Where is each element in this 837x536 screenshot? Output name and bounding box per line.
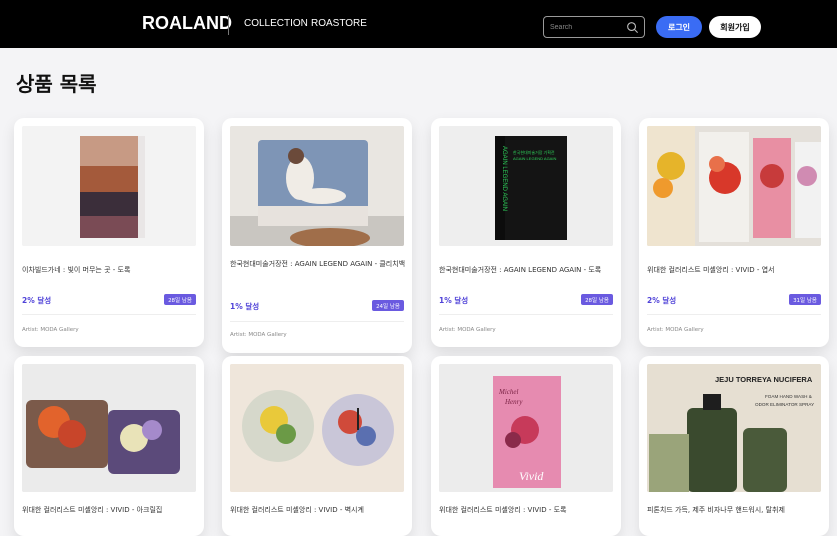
search-box[interactable] [543, 16, 645, 38]
book-cover-vivid: Vivid [519, 469, 544, 483]
signup-button[interactable]: 회원가입 [709, 16, 761, 38]
product-card[interactable]: AGAIN LEGEND AGAIN 한국현대미술거장 기획전 AGAIN LE… [431, 118, 621, 347]
top-nav-bar: ROALAND COLLECTION ROASTORE 로그인 회원가입 [0, 0, 837, 48]
days-left-badge: 28일 남음 [581, 294, 613, 305]
nav-divider [228, 15, 229, 35]
product-card[interactable]: 위대한 컬러리스트 미셸앙리 : VIVID - 엽서 2% 달성 31일 남음… [639, 118, 829, 347]
nav-collection[interactable]: COLLECTION [244, 18, 308, 29]
artist-label: Artist: MODA Gallery [22, 327, 79, 333]
card-divider [439, 314, 613, 315]
days-left-badge: 28일 남음 [164, 294, 196, 305]
product-image[interactable] [230, 364, 404, 492]
product-image[interactable]: AGAIN LEGEND AGAIN 한국현대미술거장 기획전 AGAIN LE… [439, 126, 613, 246]
page-title: 상품 목록 [16, 72, 97, 96]
product-title[interactable]: 이차빌드가네 : 빛이 머무는 곳 - 도록 [22, 264, 198, 277]
product-title[interactable]: 위대한 컬러리스트 미셸앙리 : VIVID - 아크릴집 [22, 504, 198, 517]
book-cover-title: 한국현대미술거장 기획전 [513, 149, 555, 155]
product-title[interactable]: 한국현대미술거장전 : AGAIN LEGEND AGAIN - 클리치백 [230, 258, 406, 271]
book-cover-subtitle: AGAIN LEGEND AGAIN [513, 156, 556, 161]
search-icon[interactable] [626, 21, 639, 34]
artist-label: Artist: MODA Gallery [230, 332, 287, 338]
product-image[interactable] [22, 364, 196, 492]
brand-logo[interactable]: ROALAND [142, 13, 232, 34]
book-cover-name-2: Henry [504, 398, 523, 406]
progress-percent: 1% 달성 [439, 296, 469, 305]
product-image[interactable] [230, 126, 404, 246]
product-title[interactable]: 위대한 컬러리스트 미셸앙리 : VIVID - 벽시계 [230, 504, 406, 517]
progress-percent: 1% 달성 [230, 302, 260, 311]
product-image[interactable] [22, 126, 196, 246]
product-title[interactable]: 위대한 컬러리스트 미셸앙리 : VIVID - 도록 [439, 504, 615, 517]
product-card[interactable]: 위대한 컬러리스트 미셸앙리 : VIVID - 아크릴집 [14, 356, 204, 536]
card-divider [22, 314, 196, 315]
days-left-badge: 24일 남음 [372, 300, 404, 311]
book-spine-text: AGAIN LEGEND AGAIN [501, 146, 507, 211]
card-divider [647, 314, 821, 315]
artist-label: Artist: MODA Gallery [647, 327, 704, 333]
progress-percent: 2% 달성 [647, 296, 677, 305]
product-image[interactable] [647, 126, 821, 246]
product-title[interactable]: 위대한 컬러리스트 미셸앙리 : VIVID - 엽서 [647, 264, 823, 277]
progress-percent: 2% 달성 [22, 296, 52, 305]
jeju-title-text: JEJU TORREYA NUCIFERA [715, 375, 813, 384]
product-card[interactable]: 위대한 컬러리스트 미셸앙리 : VIVID - 벽시계 [222, 356, 412, 536]
nav-roastore[interactable]: ROASTORE [311, 18, 367, 29]
days-left-badge: 31일 남음 [789, 294, 821, 305]
book-cover-name-1: Michel [498, 388, 518, 396]
product-card[interactable]: 한국현대미술거장전 : AGAIN LEGEND AGAIN - 클리치백 1%… [222, 118, 412, 353]
login-button[interactable]: 로그인 [656, 16, 702, 38]
product-card[interactable]: Michel Henry Vivid 위대한 컬러리스트 미셸앙리 : VIVI… [431, 356, 621, 536]
product-title[interactable]: 한국현대미술거장전 : AGAIN LEGEND AGAIN - 도록 [439, 264, 615, 277]
jeju-subtitle-1: FOAM HAND WASH & [765, 394, 812, 399]
product-card[interactable]: JEJU TORREYA NUCIFERA FOAM HAND WASH & O… [639, 356, 829, 536]
product-image[interactable]: Michel Henry Vivid [439, 364, 613, 492]
jeju-subtitle-2: ODOR ELIMINATOR SPRAY [755, 402, 814, 407]
card-divider [230, 321, 404, 322]
product-card[interactable]: 이차빌드가네 : 빛이 머무는 곳 - 도록 2% 달성 28일 남음 Arti… [14, 118, 204, 347]
search-input[interactable] [550, 20, 626, 35]
artist-label: Artist: MODA Gallery [439, 327, 496, 333]
product-image[interactable]: JEJU TORREYA NUCIFERA FOAM HAND WASH & O… [647, 364, 821, 492]
product-title[interactable]: 피톤치드 가득, 제주 비자나무 핸드워시, 탈취제 [647, 504, 823, 517]
